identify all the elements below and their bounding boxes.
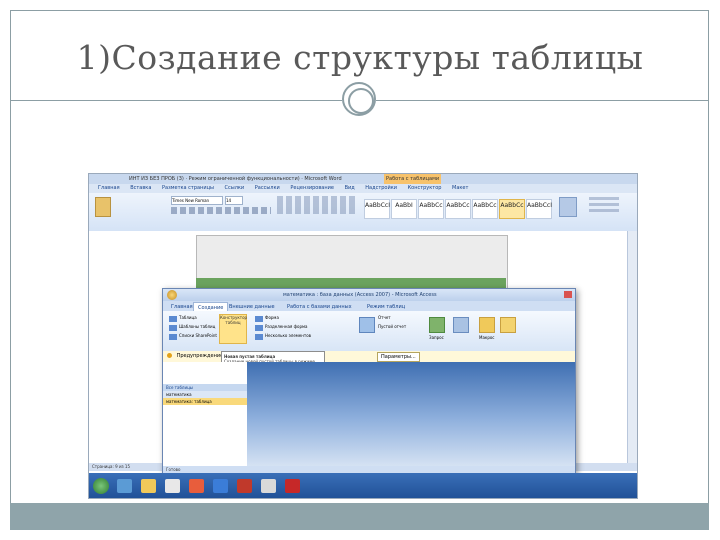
nav-group[interactable]: математика xyxy=(163,391,247,398)
style-gallery-item[interactable]: AaBbI xyxy=(391,199,417,219)
style-gallery-item[interactable]: AaBbCcI xyxy=(364,199,390,219)
word-context-tab: Работа с таблицами xyxy=(384,174,442,184)
access-tab-datasheet[interactable]: Режим таблиц xyxy=(363,302,409,311)
report-icon[interactable] xyxy=(359,317,375,333)
access-window-title: математика : база данных (Access 2007) -… xyxy=(283,292,437,298)
font-size-field[interactable]: 14 xyxy=(225,196,243,205)
ribbon-item[interactable]: Шаблоны таблиц xyxy=(179,324,215,329)
style-gallery-item[interactable]: AaBbCc xyxy=(499,199,525,219)
word-window-title: ИНТ ИЗ БЕЗ ПРОБ (3) · Режим ограниченной… xyxy=(129,176,342,182)
table-icon[interactable] xyxy=(169,316,177,322)
navigation-pane: Все таблицы математика математика: табли… xyxy=(163,362,248,466)
word-tab[interactable]: Рецензирование xyxy=(290,185,334,191)
office-button-icon[interactable] xyxy=(167,290,177,300)
paste-icon[interactable] xyxy=(95,197,111,217)
word-tab[interactable]: Конструктор xyxy=(408,185,442,191)
multiple-items-icon[interactable] xyxy=(255,334,263,340)
word-scrollbar[interactable] xyxy=(627,231,637,463)
word-ribbon: Times New Roman 14 AaBbCcI AaBbI AaBbCc … xyxy=(89,193,637,232)
taskbar-app-icon[interactable] xyxy=(285,479,300,493)
access-tab-external[interactable]: Внешние данные xyxy=(225,302,279,311)
word-tab[interactable]: Главная xyxy=(98,185,120,191)
table-design-label: Конструктор таблиц xyxy=(220,315,248,325)
embedded-screenshot: ИНТ ИЗ БЕЗ ПРОБ (3) · Режим ограниченной… xyxy=(88,173,638,499)
font-name-field[interactable]: Times New Roman xyxy=(171,196,223,205)
taskbar xyxy=(89,473,637,498)
ribbon-item[interactable]: Таблица xyxy=(179,315,197,320)
warning-icon xyxy=(167,353,172,358)
ribbon-item[interactable]: Пустой отчет xyxy=(378,324,406,329)
style-gallery-item[interactable]: AaBbCcI xyxy=(526,199,552,219)
access-ribbon: Таблица Шаблоны таблиц Списки SharePoint… xyxy=(163,311,575,352)
access-workspace xyxy=(247,362,575,466)
access-window: математика : база данных (Access 2007) -… xyxy=(162,288,576,474)
ribbon-item[interactable]: Макрос xyxy=(479,335,495,340)
taskbar-app-icon[interactable] xyxy=(237,479,252,493)
word-tab[interactable]: Рассылки xyxy=(255,185,280,191)
macro-icon[interactable] xyxy=(479,317,495,333)
word-titlebar: ИНТ ИЗ БЕЗ ПРОБ (3) · Режим ограниченной… xyxy=(89,174,637,184)
taskbar-app-icon[interactable] xyxy=(165,479,180,493)
slide-title: 1)Создание структуры таблицы xyxy=(76,38,644,77)
title-divider-left xyxy=(10,100,342,101)
start-button-icon[interactable] xyxy=(93,478,109,494)
query-design-icon[interactable] xyxy=(453,317,469,333)
taskbar-app-icon[interactable] xyxy=(261,479,276,493)
ribbon-item[interactable]: Отчет xyxy=(378,315,391,320)
format-buttons[interactable] xyxy=(171,207,271,214)
taskbar-app-icon[interactable] xyxy=(141,479,156,493)
close-icon[interactable] xyxy=(564,291,572,298)
style-gallery-item[interactable]: AaBbCc xyxy=(445,199,471,219)
word-status-text: Страница: 9 из 15 xyxy=(92,464,131,469)
form-icon[interactable] xyxy=(255,316,263,322)
editing-buttons[interactable] xyxy=(589,197,619,215)
taskbar-app-icon[interactable] xyxy=(189,479,204,493)
access-titlebar: математика : база данных (Access 2007) -… xyxy=(163,289,575,301)
word-tab[interactable]: Вставка xyxy=(130,185,151,191)
taskbar-app-icon[interactable] xyxy=(213,479,228,493)
word-tab[interactable]: Разметка страницы xyxy=(162,185,214,191)
sharepoint-icon[interactable] xyxy=(169,334,177,340)
split-form-icon[interactable] xyxy=(255,325,263,331)
ribbon-item[interactable]: Несколько элементов xyxy=(265,333,311,338)
access-tab-db-tools[interactable]: Работа с базами данных xyxy=(283,302,356,311)
taskbar-app-icon[interactable] xyxy=(117,479,132,493)
word-tab-bar: Главная Вставка Разметка страницы Ссылки… xyxy=(89,184,637,193)
nav-table-item[interactable]: математика: таблица xyxy=(163,398,247,405)
circle-ornament-icon xyxy=(342,82,376,116)
table-templates-icon[interactable] xyxy=(169,325,177,331)
background-window-bar xyxy=(196,278,506,288)
ribbon-item[interactable]: Форма xyxy=(265,315,279,320)
ribbon-item[interactable]: Списки SharePoint xyxy=(179,333,217,338)
nav-header[interactable]: Все таблицы xyxy=(163,384,247,391)
options-button[interactable]: Параметры... xyxy=(377,352,420,362)
change-styles-icon[interactable] xyxy=(559,197,577,217)
slide-footer-bar xyxy=(10,503,709,530)
ribbon-item[interactable]: Разделенная форма xyxy=(265,324,307,329)
access-tab-bar: Главная Создание Внешние данные Работа с… xyxy=(163,301,575,312)
paragraph-buttons[interactable] xyxy=(277,196,357,214)
title-divider-right xyxy=(376,100,709,101)
table-design-button[interactable]: Конструктор таблиц xyxy=(219,314,247,344)
word-tab[interactable]: Надстройки xyxy=(365,185,397,191)
word-tab[interactable]: Вид xyxy=(345,185,355,191)
style-gallery-item[interactable]: AaBbCc xyxy=(418,199,444,219)
access-status-text: Готово xyxy=(166,467,181,472)
word-tab[interactable]: Ссылки xyxy=(225,185,245,191)
word-tab[interactable]: Макет xyxy=(452,185,468,191)
module-icon[interactable] xyxy=(500,317,516,333)
style-gallery-item[interactable]: AaBbCc xyxy=(472,199,498,219)
ribbon-item[interactable]: Запрос xyxy=(429,335,444,340)
query-icon[interactable] xyxy=(429,317,445,333)
